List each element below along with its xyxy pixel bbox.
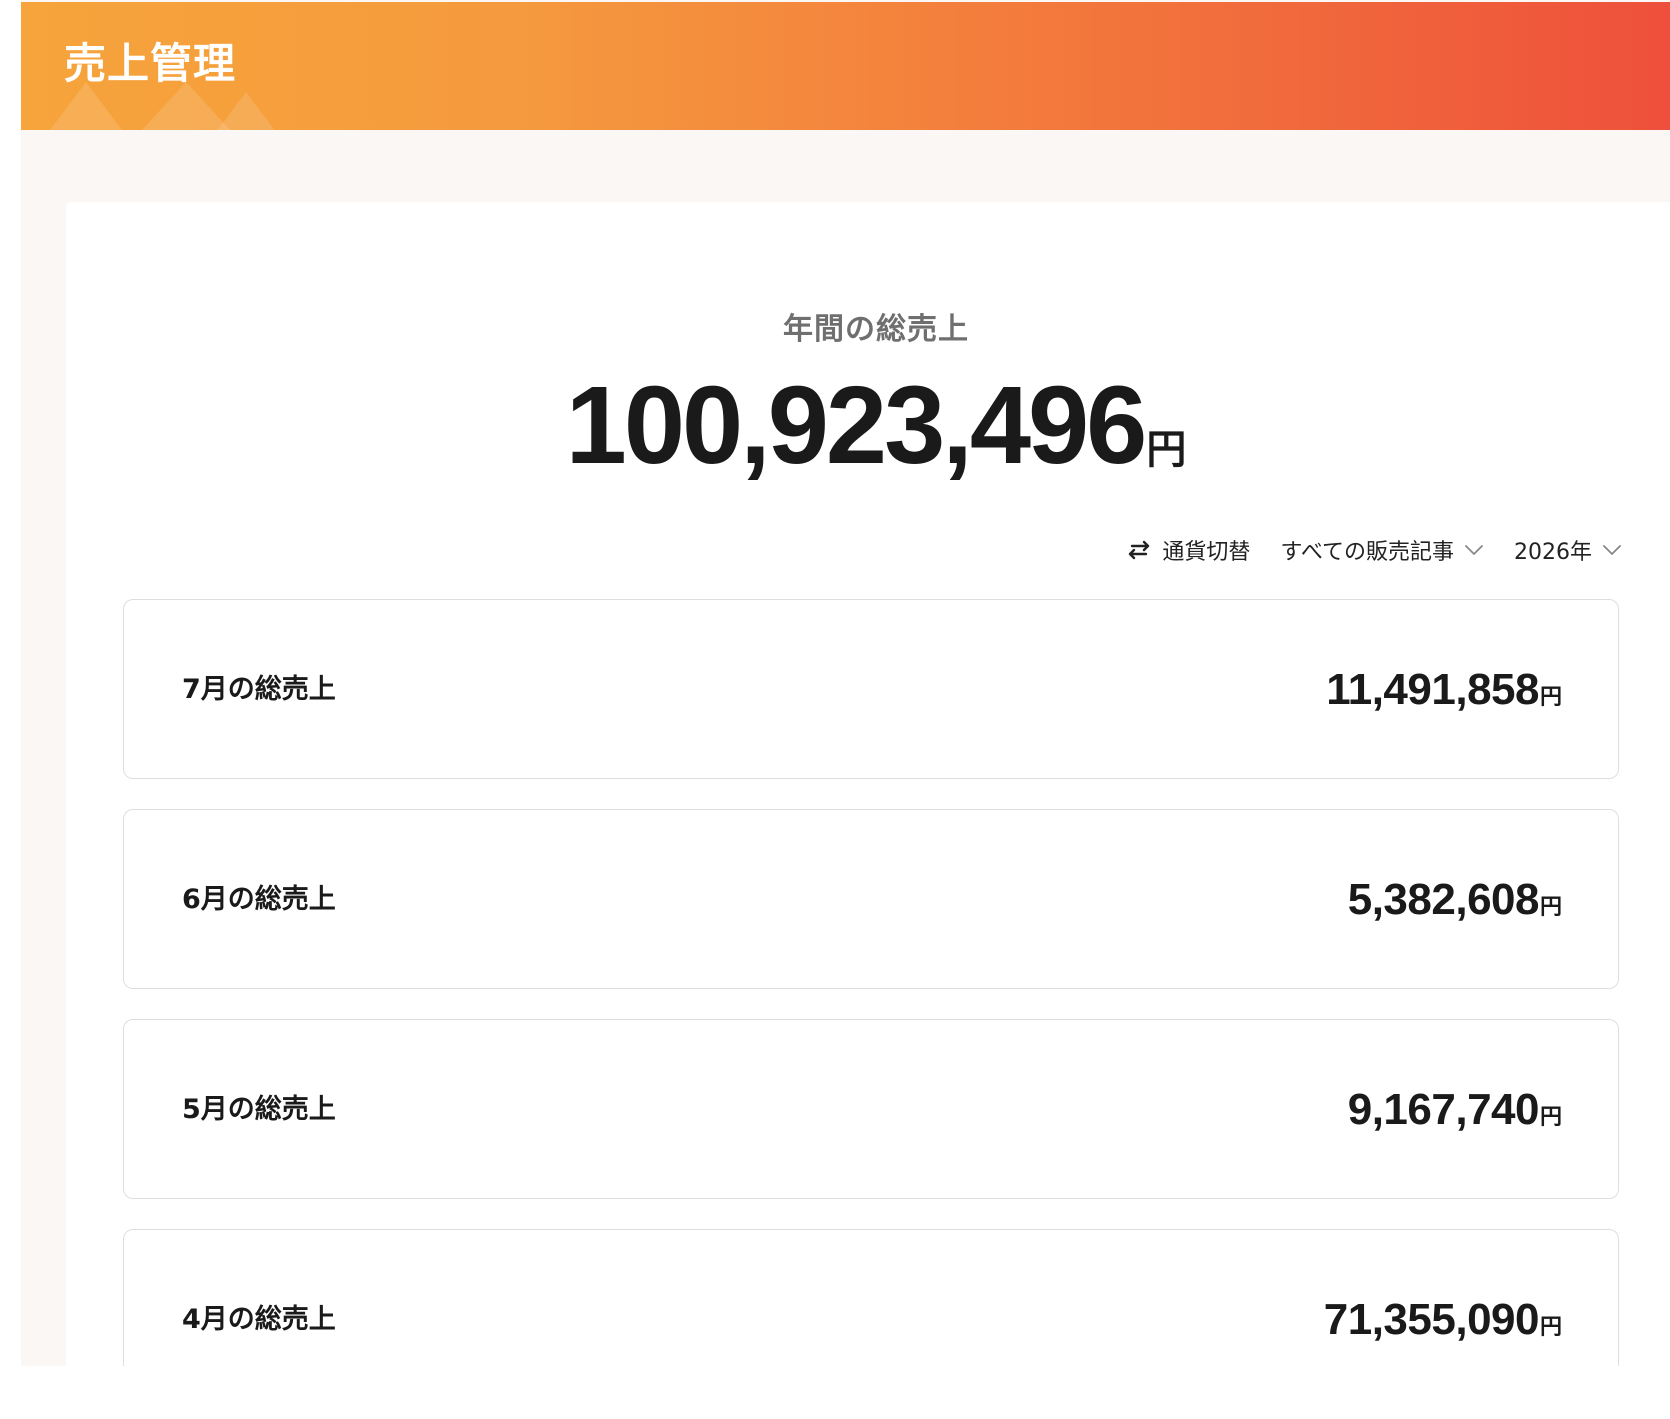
month-sales-total: 9,167,740円: [1348, 1020, 1562, 1200]
page-frame: 売上管理 年間の総売上 100,923,496円 通貨切替 すべての販売記事 2…: [21, 0, 1670, 1366]
month-sales-row-july[interactable]: 7月の総売上 11,491,858円: [123, 599, 1619, 779]
month-sales-row-april[interactable]: 4月の総売上 71,355,090円: [123, 1229, 1619, 1366]
annual-sales-unit: 円: [1146, 427, 1187, 473]
month-sales-unit: 円: [1539, 1315, 1562, 1340]
filter-controls: 通貨切替 すべての販売記事 2026年: [1126, 530, 1622, 570]
page-title: 売上管理: [64, 39, 237, 88]
chevron-down-icon: [1603, 545, 1621, 555]
header-decoration: [41, 82, 131, 130]
month-sales-unit: 円: [1539, 1105, 1562, 1130]
currency-switch-label: 通貨切替: [1162, 540, 1251, 565]
month-sales-value: 71,355,090: [1323, 1295, 1540, 1344]
article-filter-value: すべての販売記事: [1280, 540, 1454, 565]
swap-arrows-icon: [1129, 540, 1150, 560]
sales-card: 年間の総売上 100,923,496円 通貨切替 すべての販売記事 2026年: [66, 202, 1670, 1366]
month-sales-label: 4月の総売上: [182, 1304, 336, 1335]
month-sales-total: 11,491,858円: [1326, 600, 1562, 780]
month-sales-label: 7月の総売上: [182, 674, 336, 705]
annual-sales-total: 100,923,496円: [66, 362, 1670, 489]
month-sales-row-june[interactable]: 6月の総売上 5,382,608円: [123, 809, 1619, 989]
year-filter-dropdown[interactable]: 2026年: [1514, 534, 1622, 566]
month-sales-row-may[interactable]: 5月の総売上 9,167,740円: [123, 1019, 1619, 1199]
app-header: 売上管理: [21, 2, 1670, 130]
month-sales-label: 6月の総売上: [182, 884, 336, 915]
currency-switch-button[interactable]: 通貨切替: [1126, 534, 1250, 566]
month-sales-value: 5,382,608: [1347, 875, 1540, 924]
month-sales-unit: 円: [1539, 685, 1562, 710]
month-sales-total: 5,382,608円: [1348, 810, 1562, 990]
month-sales-value: 9,167,740: [1347, 1085, 1540, 1134]
month-sales-total: 71,355,090円: [1324, 1230, 1562, 1410]
month-sales-label: 5月の総売上: [182, 1094, 336, 1125]
annual-sales-value: 100,923,496: [565, 364, 1148, 487]
year-filter-value: 2026年: [1514, 540, 1592, 565]
article-filter-dropdown[interactable]: すべての販売記事: [1280, 534, 1484, 566]
annual-sales-label: 年間の総売上: [783, 312, 969, 347]
header-decoration: [216, 92, 276, 130]
chevron-down-icon: [1465, 545, 1483, 555]
month-sales-unit: 円: [1539, 895, 1562, 920]
month-sales-value: 11,491,858: [1326, 665, 1539, 714]
